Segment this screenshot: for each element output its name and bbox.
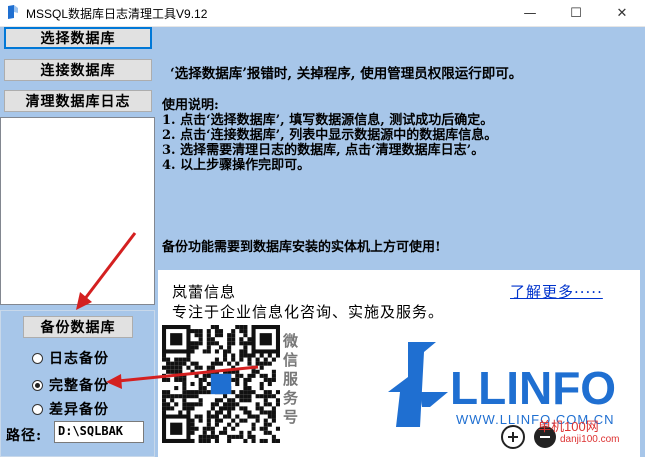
radio-selected-icon	[32, 379, 43, 391]
wechat-char: 务	[283, 389, 299, 407]
clear-log-button[interactable]: 清理数据库日志	[4, 90, 152, 112]
radio-icon	[32, 352, 43, 364]
wechat-char: 信	[283, 351, 299, 369]
svg-text:LLINFO: LLINFO	[450, 362, 616, 414]
radio-log-backup[interactable]: 日志备份	[32, 348, 109, 368]
app-icon	[8, 5, 18, 19]
radio-icon	[32, 403, 43, 415]
radio-diff-backup[interactable]: 差异备份	[32, 399, 109, 419]
zoom-in-icon	[501, 425, 525, 449]
wechat-char: 服	[283, 370, 299, 388]
window-title: MSSQL数据库日志清理工具V9.12	[26, 7, 208, 21]
backup-note: 备份功能需要到数据库安装的实体机上方可使用!	[162, 240, 441, 255]
watermark-text: 单机100网	[538, 419, 599, 434]
usage-step: 4. 以上步骤操作完即可。	[162, 158, 311, 173]
wechat-service-label: 微 信 服 务 号	[283, 332, 301, 427]
close-button[interactable]: ✕	[599, 0, 645, 26]
wechat-char: 微	[283, 332, 299, 350]
path-label: 路径:	[6, 428, 43, 444]
warning-text: ‘选择数据库’报错时, 关掉程序, 使用管理员权限运行即可。	[170, 66, 523, 82]
title-bar: MSSQL数据库日志清理工具V9.12 — ☐ ✕	[0, 0, 645, 27]
learn-more-link[interactable]: 了解更多·····	[510, 281, 603, 302]
maximize-button[interactable]: ☐	[553, 0, 599, 26]
path-input[interactable]: D:\SQLBAK	[54, 421, 144, 443]
backup-database-button[interactable]: 备份数据库	[23, 316, 133, 338]
company-slogan: 专注于企业信息化咨询、实施及服务。	[172, 303, 445, 321]
radio-label: 日志备份	[49, 351, 109, 367]
connect-database-button[interactable]: 连接数据库	[4, 59, 152, 81]
radio-full-backup[interactable]: 完整备份	[32, 375, 109, 395]
database-list[interactable]	[0, 117, 155, 305]
watermark-url: danji100.com	[560, 434, 620, 445]
select-database-button[interactable]: 选择数据库	[4, 27, 152, 49]
company-name: 岚蕾信息	[172, 283, 237, 301]
radio-label: 完整备份	[49, 378, 109, 394]
radio-label: 差异备份	[49, 402, 109, 418]
qr-code-icon	[162, 325, 280, 443]
wechat-char: 号	[283, 408, 299, 426]
minimize-button[interactable]: —	[507, 0, 553, 26]
